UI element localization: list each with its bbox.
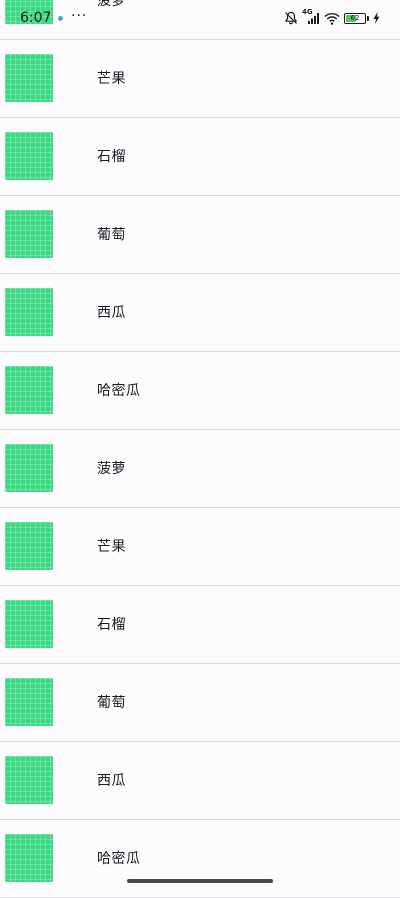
status-time: 6:07 xyxy=(20,10,52,26)
list-item[interactable]: 菠萝 xyxy=(0,430,400,508)
green-grid-image-icon xyxy=(5,288,53,336)
list-item[interactable]: 西瓜 xyxy=(0,742,400,820)
status-bar: 6:07 ··· 4G 62 xyxy=(0,0,400,36)
green-grid-image-icon xyxy=(5,366,53,414)
green-grid-image-icon xyxy=(5,132,53,180)
list-item[interactable]: 石榴 xyxy=(0,118,400,196)
green-grid-image-icon xyxy=(5,678,53,726)
green-grid-image-icon xyxy=(5,210,53,258)
list-item[interactable]: 葡萄 xyxy=(0,664,400,742)
system-icons: 4G 62 xyxy=(284,8,380,26)
green-grid-image-icon xyxy=(5,756,53,804)
green-grid-image-icon xyxy=(5,522,53,570)
list-item-label: 菠萝 xyxy=(97,461,126,477)
list-item[interactable]: 石榴 xyxy=(0,586,400,664)
list-item-label: 石榴 xyxy=(97,149,126,165)
green-grid-image-icon xyxy=(5,834,53,882)
list-item-label: 哈密瓜 xyxy=(97,851,141,867)
green-grid-image-icon xyxy=(5,600,53,648)
list-item-label: 芒果 xyxy=(97,539,126,555)
wifi-icon xyxy=(324,12,340,25)
home-indicator[interactable] xyxy=(127,879,273,883)
battery-icon: 62 xyxy=(344,12,366,24)
battery-percent: 62 xyxy=(350,13,360,22)
list-item[interactable]: 葡萄 xyxy=(0,196,400,274)
fruit-list[interactable]: 菠萝 芒果 石榴 葡萄 西瓜 哈密瓜 菠萝 芒果 石榴 葡萄 西瓜 哈密瓜 xyxy=(0,0,400,898)
list-item-label: 哈密瓜 xyxy=(97,383,141,399)
list-item-label: 西瓜 xyxy=(97,305,126,321)
notification-dot-icon xyxy=(58,16,63,21)
list-item[interactable]: 哈密瓜 xyxy=(0,820,400,898)
list-item-label: 芒果 xyxy=(97,71,126,87)
green-grid-image-icon xyxy=(5,444,53,492)
list-item[interactable]: 哈密瓜 xyxy=(0,352,400,430)
cellular-signal-icon: 4G xyxy=(302,8,320,25)
charging-bolt-icon xyxy=(373,12,380,24)
list-item-label: 石榴 xyxy=(97,617,126,633)
green-grid-image-icon xyxy=(5,54,53,102)
bell-off-icon xyxy=(284,11,298,25)
list-item[interactable]: 西瓜 xyxy=(0,274,400,352)
list-item-label: 葡萄 xyxy=(97,695,126,711)
list-item-label: 西瓜 xyxy=(97,773,126,789)
list-item-label: 葡萄 xyxy=(97,227,126,243)
list-item[interactable]: 芒果 xyxy=(0,508,400,586)
more-notifications-icon: ··· xyxy=(71,8,88,24)
battery-tip xyxy=(367,15,369,21)
list-item[interactable]: 芒果 xyxy=(0,40,400,118)
